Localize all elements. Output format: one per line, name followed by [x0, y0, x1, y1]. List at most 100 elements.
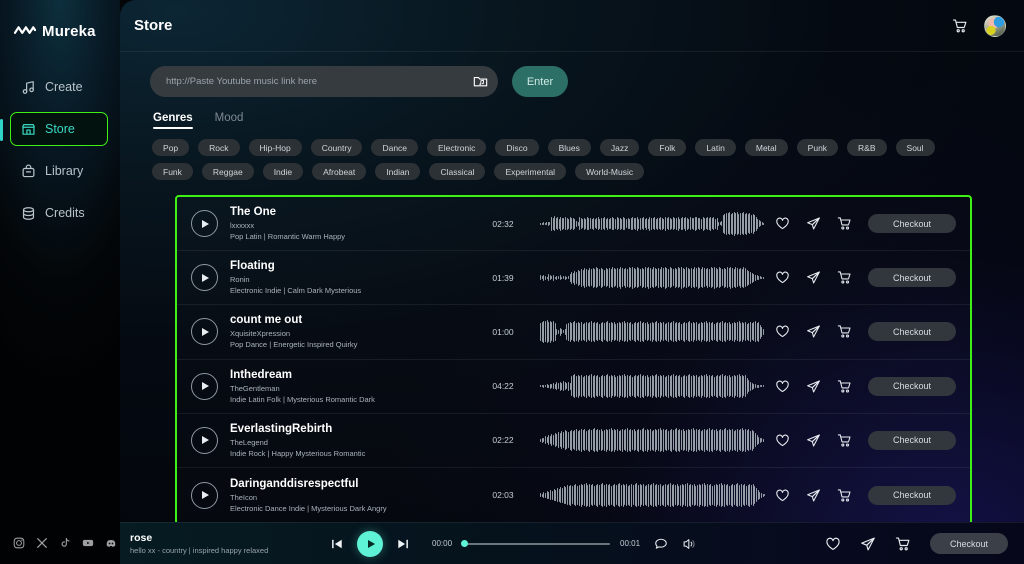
track-play-button[interactable]: [191, 481, 218, 509]
heart-icon[interactable]: [775, 433, 790, 448]
track-play-button[interactable]: [191, 318, 218, 346]
folder-music-icon[interactable]: [473, 74, 488, 89]
genre-chip[interactable]: Dance: [371, 139, 419, 156]
skip-forward-icon[interactable]: [396, 537, 410, 551]
discord-icon[interactable]: [105, 536, 117, 548]
youtube-link-field[interactable]: [150, 66, 498, 97]
track-waveform[interactable]: [540, 482, 765, 508]
track-play-button[interactable]: [191, 372, 218, 400]
heart-icon[interactable]: [775, 216, 790, 231]
track-checkout-button[interactable]: Checkout: [868, 322, 956, 342]
track-checkout-button[interactable]: Checkout: [868, 485, 956, 505]
tiktok-icon[interactable]: [59, 536, 71, 548]
genre-chip[interactable]: Electronic: [427, 139, 487, 156]
track-row[interactable]: Daringanddisrespectful TheIcon Electronic …: [177, 468, 970, 522]
track-waveform[interactable]: [540, 427, 765, 453]
genre-chip[interactable]: Pop: [152, 139, 190, 156]
genre-chip[interactable]: Disco: [495, 139, 539, 156]
track-row[interactable]: count me out XquisiteXpression Pop Dance |…: [177, 305, 970, 360]
track-waveform[interactable]: [540, 211, 765, 237]
sidebar-item-library[interactable]: Library: [10, 154, 108, 188]
track-meta: Inthedream TheGentleman Indie Latin Folk |…: [230, 368, 480, 405]
genre-chip[interactable]: Country: [310, 139, 363, 156]
send-icon[interactable]: [806, 488, 821, 503]
track-waveform[interactable]: [540, 373, 765, 399]
genre-chip[interactable]: Indian: [375, 163, 421, 180]
genre-chip[interactable]: Funk: [152, 163, 193, 180]
heart-icon[interactable]: [825, 536, 841, 552]
volume-icon[interactable]: [682, 537, 696, 551]
genre-chip[interactable]: Indie: [262, 163, 304, 180]
send-icon[interactable]: [806, 216, 821, 231]
genre-chip[interactable]: Jazz: [599, 139, 640, 156]
now-playing-subtitle: hello xx - country | inspired happy rela…: [130, 545, 269, 555]
track-row[interactable]: Inthedream TheGentleman Indie Latin Folk |…: [177, 360, 970, 414]
send-icon[interactable]: [860, 536, 876, 552]
track-row[interactable]: The One lxxxxxx Pop Latin | Romantic Warm …: [177, 197, 970, 252]
genre-chip[interactable]: Rock: [198, 139, 240, 156]
cart-icon[interactable]: [837, 488, 852, 503]
play-button[interactable]: [357, 530, 383, 557]
user-avatar[interactable]: [984, 14, 1006, 37]
send-icon[interactable]: [806, 324, 821, 339]
genre-chip[interactable]: Latin: [695, 139, 736, 156]
track-waveform[interactable]: [540, 319, 765, 345]
genre-chip[interactable]: Afrobeat: [312, 163, 367, 180]
genre-chip[interactable]: Experimental: [494, 163, 567, 180]
genre-chip[interactable]: R&B: [847, 139, 887, 156]
track-checkout-button[interactable]: Checkout: [868, 268, 956, 288]
instagram-icon[interactable]: [13, 536, 25, 549]
track-row[interactable]: Floating Ronin Electronic Indie | Calm Dar…: [177, 251, 970, 306]
track-row[interactable]: EverlastingRebirth TheLegend Indie Rock | …: [177, 414, 970, 468]
track-play-button[interactable]: [191, 264, 218, 292]
track-checkout-button[interactable]: Checkout: [868, 376, 956, 396]
cart-icon[interactable]: [895, 536, 911, 552]
skip-back-icon[interactable]: [330, 537, 344, 551]
tab-genres[interactable]: Genres: [153, 112, 193, 129]
progress-slider[interactable]: [461, 539, 611, 547]
heart-icon[interactable]: [775, 270, 790, 285]
player-bar: rose hello xx - country | inspired happy…: [120, 522, 1024, 564]
track-waveform[interactable]: [540, 265, 765, 291]
tab-mood[interactable]: Mood: [215, 112, 244, 129]
genre-chip[interactable]: Metal: [744, 139, 788, 156]
sidebar-item-create[interactable]: Create: [10, 70, 108, 104]
genre-chip[interactable]: Hip-Hop: [248, 139, 302, 156]
genre-chip[interactable]: Classical: [429, 163, 486, 180]
progress-knob[interactable]: [461, 539, 469, 547]
track-meta: EverlastingRebirth TheLegend Indie Rock | …: [230, 422, 480, 459]
heart-icon[interactable]: [775, 488, 790, 503]
cart-icon[interactable]: [837, 379, 852, 394]
youtube-icon[interactable]: [82, 536, 94, 548]
search-input[interactable]: [166, 76, 473, 87]
sidebar-item-store[interactable]: Store: [0, 112, 108, 146]
cart-icon[interactable]: [837, 324, 852, 339]
enter-button[interactable]: Enter: [512, 66, 568, 97]
genre-chip[interactable]: World-Music: [575, 163, 645, 180]
track-checkout-button[interactable]: Checkout: [868, 214, 956, 234]
cart-icon[interactable]: [952, 18, 968, 34]
genre-chip[interactable]: Soul: [895, 139, 935, 156]
track-checkout-button[interactable]: Checkout: [868, 430, 956, 450]
heart-icon[interactable]: [775, 324, 790, 339]
track-artist: TheIcon: [230, 492, 258, 502]
heart-icon[interactable]: [775, 379, 790, 394]
comment-icon[interactable]: [654, 537, 668, 551]
send-icon[interactable]: [806, 379, 821, 394]
genre-chip[interactable]: Reggae: [201, 163, 254, 180]
cart-icon[interactable]: [837, 270, 852, 285]
track-artist: TheLegend: [230, 437, 268, 447]
player-checkout-button[interactable]: Checkout: [930, 533, 1008, 554]
cart-icon[interactable]: [837, 216, 852, 231]
sidebar-item-label: Create: [45, 80, 83, 94]
send-icon[interactable]: [806, 433, 821, 448]
genre-chip[interactable]: Punk: [796, 139, 839, 156]
track-play-button[interactable]: [191, 210, 218, 238]
track-play-button[interactable]: [191, 426, 218, 454]
genre-chip[interactable]: Blues: [547, 139, 591, 156]
genre-chip[interactable]: Folk: [648, 139, 687, 156]
cart-icon[interactable]: [837, 433, 852, 448]
x-twitter-icon[interactable]: [36, 536, 48, 548]
send-icon[interactable]: [806, 270, 821, 285]
sidebar-item-credits[interactable]: Credits: [10, 196, 108, 230]
